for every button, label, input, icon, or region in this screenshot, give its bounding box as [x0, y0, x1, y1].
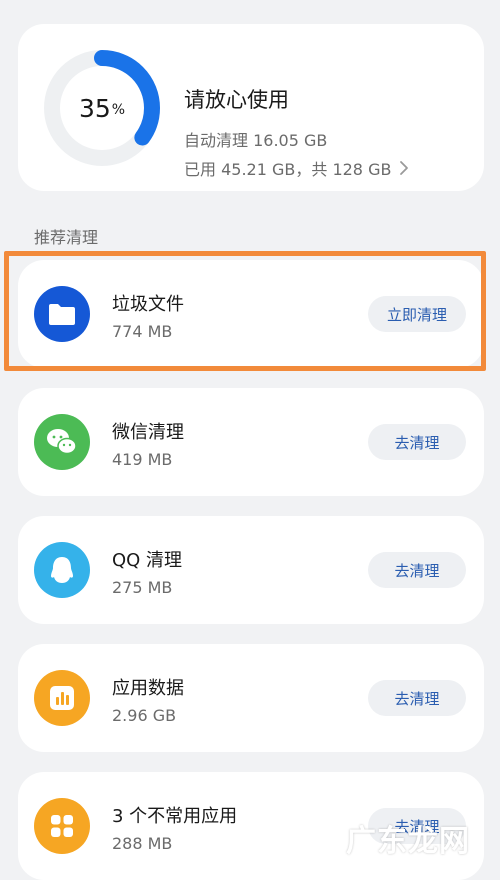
qq-icon	[34, 542, 90, 598]
folder-icon	[34, 286, 90, 342]
clean-item-junk-files[interactable]: 垃圾文件 774 MB 立即清理	[18, 260, 484, 368]
storage-summary-card[interactable]: 35 % 请放心使用 自动清理 16.05 GB 已用 45.21 GB，共 1…	[18, 24, 484, 191]
storage-usage-row[interactable]: 已用 45.21 GB，共 128 GB	[184, 156, 409, 180]
clean-item-qq[interactable]: QQ 清理 275 MB 去清理	[18, 516, 484, 624]
clean-now-button[interactable]: 立即清理	[368, 296, 466, 332]
watermark: 广东龙网	[346, 824, 470, 859]
auto-clean-text: 自动清理 16.05 GB	[184, 131, 328, 150]
item-title: 3 个不常用应用	[112, 806, 238, 827]
item-title: 微信清理	[112, 422, 184, 443]
storage-usage-text: 已用 45.21 GB，共 128 GB	[184, 160, 392, 179]
go-clean-button[interactable]: 去清理	[368, 680, 466, 716]
item-size: 419 MB	[112, 450, 173, 469]
ring-label: 35 %	[42, 48, 162, 168]
apps-grid-icon	[34, 798, 90, 854]
clean-item-app-data[interactable]: 应用数据 2.96 GB 去清理	[18, 644, 484, 752]
section-title-recommended: 推荐清理	[34, 228, 99, 247]
clean-item-wechat[interactable]: 微信清理 419 MB 去清理	[18, 388, 484, 496]
storage-percent: 35	[78, 93, 111, 123]
item-title: 应用数据	[112, 678, 184, 699]
go-clean-button[interactable]: 去清理	[368, 552, 466, 588]
item-title: 垃圾文件	[112, 294, 184, 315]
item-size: 288 MB	[112, 834, 173, 853]
item-size: 2.96 GB	[112, 706, 177, 725]
item-size: 275 MB	[112, 578, 173, 597]
bar-chart-icon	[34, 670, 90, 726]
wechat-icon	[34, 414, 90, 470]
chevron-right-icon	[400, 161, 409, 175]
storage-status-title: 请放心使用	[184, 88, 289, 112]
go-clean-button[interactable]: 去清理	[368, 424, 466, 460]
item-size: 774 MB	[112, 322, 173, 341]
storage-percent-unit: %	[111, 102, 126, 118]
item-title: QQ 清理	[112, 550, 183, 571]
